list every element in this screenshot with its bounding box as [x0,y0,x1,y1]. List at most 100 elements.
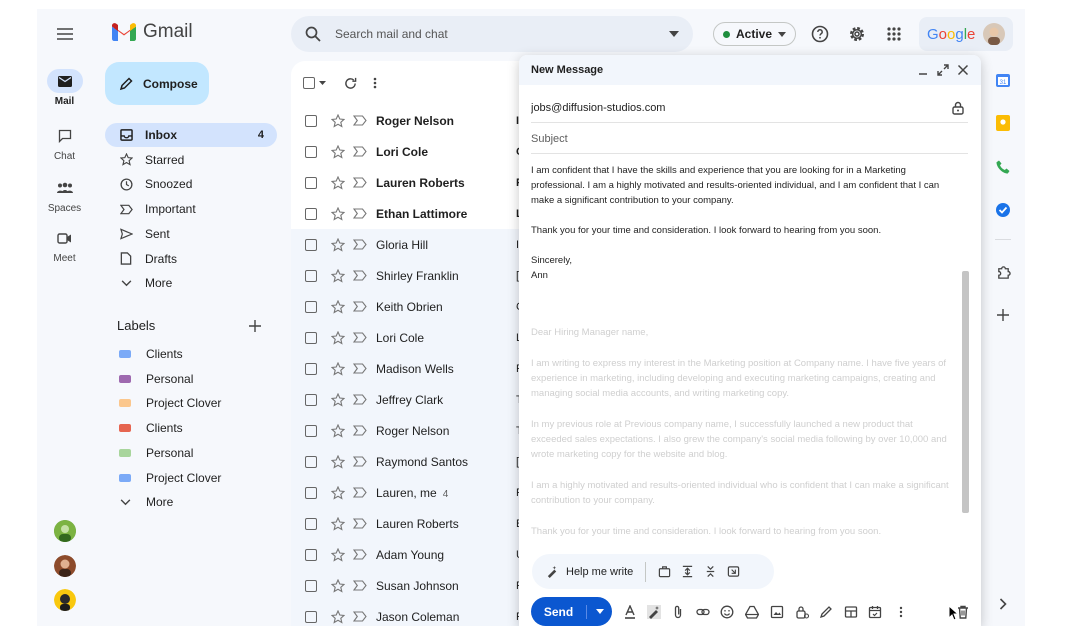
body-scrollbar[interactable] [962,271,969,513]
formalize-icon[interactable] [658,565,671,578]
row-checkbox[interactable] [305,238,317,251]
label-item[interactable]: Project Clover [119,396,221,410]
important-marker-icon[interactable] [353,487,367,499]
gmail-logo[interactable]: Gmail [112,21,193,43]
settings-gear-icon[interactable] [845,22,869,46]
star-icon[interactable] [331,268,345,283]
star-icon[interactable] [331,113,345,128]
nav-item-starred[interactable]: Starred [105,148,277,172]
important-marker-icon[interactable] [353,146,367,158]
avatar[interactable] [54,520,76,542]
star-icon[interactable] [331,330,345,345]
addons-icon[interactable] [992,261,1014,283]
row-checkbox[interactable] [305,207,317,220]
google-account-button[interactable]: Google [919,17,1013,51]
select-all-checkbox[interactable] [303,77,326,89]
star-icon[interactable] [331,423,345,438]
subject-input[interactable] [531,132,911,145]
calendar-icon[interactable]: 31 [992,69,1014,91]
fullscreen-icon[interactable] [937,64,949,76]
signature-pen-icon[interactable] [818,604,834,620]
star-icon[interactable] [331,392,345,407]
row-checkbox[interactable] [305,114,317,127]
labels-more[interactable]: More [119,495,173,509]
image-icon[interactable] [769,604,785,620]
star-icon[interactable] [331,516,345,531]
rail-chat[interactable]: Chat [37,124,92,162]
contacts-phone-icon[interactable] [992,156,1014,178]
important-marker-icon[interactable] [353,549,367,561]
label-item[interactable]: Clients [119,421,183,435]
attach-icon[interactable] [670,604,686,620]
important-marker-icon[interactable] [353,301,367,313]
important-marker-icon[interactable] [353,580,367,592]
star-icon[interactable] [331,237,345,252]
help-icon[interactable] [808,22,832,46]
text-format-icon[interactable] [622,604,638,620]
more-options-icon[interactable] [893,604,909,620]
nav-item-snoozed[interactable]: Snoozed [105,172,277,196]
nav-item-important[interactable]: Important [105,197,277,221]
main-menu-icon[interactable] [50,21,80,47]
to-input[interactable] [531,101,911,114]
elaborate-icon[interactable] [681,565,694,578]
rail-spaces[interactable]: Spaces [37,176,92,214]
star-icon[interactable] [331,299,345,314]
search-options-icon[interactable] [669,31,679,37]
tasks-icon[interactable] [992,199,1014,221]
nav-item-more[interactable]: More [105,271,277,295]
drive-icon[interactable] [744,604,760,620]
confidential-lock-icon[interactable] [794,604,810,620]
row-checkbox[interactable] [305,269,317,282]
shorten-icon[interactable] [704,565,717,578]
star-icon[interactable] [331,175,345,190]
row-checkbox[interactable] [305,517,317,530]
nav-item-inbox[interactable]: Inbox 4 [105,123,277,147]
layouts-icon[interactable] [843,604,859,620]
star-icon[interactable] [331,578,345,593]
avatar[interactable] [54,555,76,577]
star-icon[interactable] [331,206,345,221]
minimize-icon[interactable] [917,64,929,76]
important-marker-icon[interactable] [353,208,367,220]
important-marker-icon[interactable] [353,363,367,375]
row-checkbox[interactable] [305,610,317,623]
search-bar[interactable] [291,16,693,52]
important-marker-icon[interactable] [353,177,367,189]
compose-button[interactable]: Compose [105,62,209,105]
help-me-write-button[interactable]: Help me write [546,565,633,578]
important-marker-icon[interactable] [353,332,367,344]
emoji-icon[interactable] [719,604,735,620]
schedule-calendar-icon[interactable] [867,604,883,620]
important-marker-icon[interactable] [353,425,367,437]
search-input[interactable] [335,27,655,41]
show-side-panel-icon[interactable] [992,593,1014,615]
search-icon[interactable] [305,26,321,42]
apps-grid-icon[interactable] [882,22,906,46]
important-marker-icon[interactable] [353,456,367,468]
row-checkbox[interactable] [305,145,317,158]
schedule-send-dropdown-icon[interactable] [587,609,612,614]
link-icon[interactable] [695,604,711,620]
add-label-icon[interactable] [247,318,263,334]
important-marker-icon[interactable] [353,394,367,406]
star-icon[interactable] [331,485,345,500]
row-checkbox[interactable] [305,486,317,499]
important-marker-icon[interactable] [353,239,367,251]
lock-icon[interactable] [952,101,964,115]
message-body[interactable]: I am confident that I have the skills an… [531,163,961,298]
row-checkbox[interactable] [305,455,317,468]
magic-pen-icon[interactable] [646,604,662,620]
row-checkbox[interactable] [305,300,317,313]
rewrite-icon[interactable] [727,565,740,578]
star-icon[interactable] [331,547,345,562]
important-marker-icon[interactable] [353,270,367,282]
star-icon[interactable] [331,144,345,159]
label-item[interactable]: Personal [119,446,193,460]
avatar[interactable] [54,589,76,611]
rail-mail[interactable]: Mail [37,69,92,107]
star-icon[interactable] [331,454,345,469]
important-marker-icon[interactable] [353,115,367,127]
keep-icon[interactable] [992,112,1014,134]
row-checkbox[interactable] [305,548,317,561]
